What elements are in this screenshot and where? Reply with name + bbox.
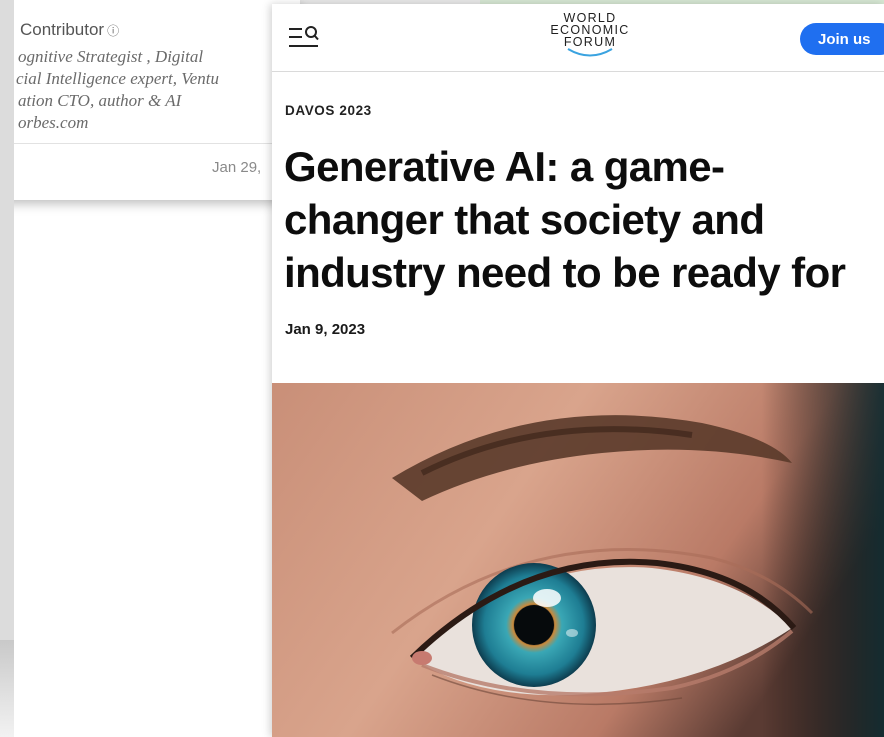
wef-logo[interactable]: WORLD ECONOMIC FORUM: [540, 12, 640, 68]
author-bio: ognitive Strategist , Digital cial Intel…: [0, 46, 290, 134]
bio-line: orbes.com: [18, 113, 89, 132]
background-article-date: Jan 29,: [212, 159, 262, 176]
info-icon[interactable]: ⓘ: [107, 24, 119, 38]
background-bottom-fade: [0, 640, 14, 737]
bio-line: ation CTO, author & AI: [18, 91, 182, 110]
logo-line-forum: FORUM: [563, 35, 617, 49]
headline-line: changer that society and: [284, 196, 765, 243]
wef-article-panel: WORLD ECONOMIC FORUM Join us DAVOS 2023 …: [272, 4, 884, 737]
headline-line: industry need to be ready for: [284, 249, 846, 296]
article-date: Jan 9, 2023: [285, 321, 366, 338]
eye-illustration: [272, 383, 884, 737]
contributor-text: Contributor: [20, 20, 105, 39]
site-header: WORLD ECONOMIC FORUM Join us: [272, 4, 884, 72]
logo-swoosh-icon: [567, 48, 613, 57]
background-article-card: Contributor ⓘ ognitive Strategist , Digit…: [0, 0, 300, 737]
article-headline: Generative AI: a game- changer that soci…: [284, 140, 884, 299]
contributor-label[interactable]: Contributor ⓘ: [20, 20, 119, 40]
article-kicker[interactable]: DAVOS 2023: [285, 103, 372, 118]
menu-search-icon[interactable]: [288, 24, 324, 52]
hero-image-eye: [272, 383, 884, 737]
card-divider: [14, 143, 300, 144]
bio-line: ognitive Strategist , Digital: [18, 47, 204, 66]
background-page-area: [14, 200, 314, 737]
join-us-button[interactable]: Join us: [800, 23, 884, 55]
headline-line: Generative AI: a game-: [284, 143, 725, 190]
bio-line: cial Intelligence expert, Ventu: [16, 69, 219, 88]
